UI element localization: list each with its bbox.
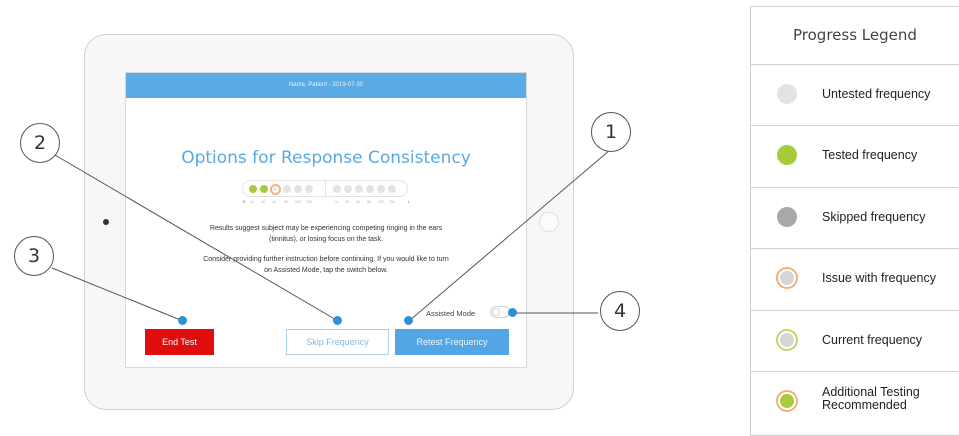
legend-swatch xyxy=(776,390,798,412)
legend-swatch xyxy=(777,145,797,165)
callout-3-tip xyxy=(178,316,187,325)
legend-swatch xyxy=(777,84,797,104)
callout-2: 2 xyxy=(20,123,60,163)
callout-1: 1 xyxy=(591,112,631,152)
legend-row: Issue with frequency xyxy=(751,248,959,309)
progress-legend: Progress Legend Untested frequency Tested… xyxy=(750,6,959,436)
legend-swatch xyxy=(776,267,798,289)
legend-row: Skipped frequency xyxy=(751,187,959,248)
legend-row: Current frequency xyxy=(751,310,959,371)
legend-title: Progress Legend xyxy=(793,26,917,44)
swatch-fill xyxy=(780,271,794,285)
swatch-fill xyxy=(780,394,794,408)
callout-1-tip xyxy=(404,316,413,325)
callout-4: 4 xyxy=(600,291,640,331)
legend-label: Tested frequency xyxy=(822,148,918,162)
legend-label: Current frequency xyxy=(822,333,923,347)
callout-4-tip xyxy=(508,308,517,317)
legend-label: Additional Testing xyxy=(822,385,920,399)
legend-label: Skipped frequency xyxy=(822,210,926,224)
legend-swatch xyxy=(777,207,797,227)
legend-swatch xyxy=(776,329,798,351)
legend-label: Recommended xyxy=(822,398,907,412)
legend-label: Untested frequency xyxy=(822,87,931,101)
callout-3: 3 xyxy=(14,236,54,276)
swatch-fill xyxy=(780,333,794,347)
legend-row: Untested frequency xyxy=(751,64,959,125)
legend-label: Issue with frequency xyxy=(822,271,936,285)
legend-row: Additional Testing Recommended xyxy=(751,371,959,432)
legend-row: Tested frequency xyxy=(751,125,959,186)
callout-2-tip xyxy=(333,316,342,325)
